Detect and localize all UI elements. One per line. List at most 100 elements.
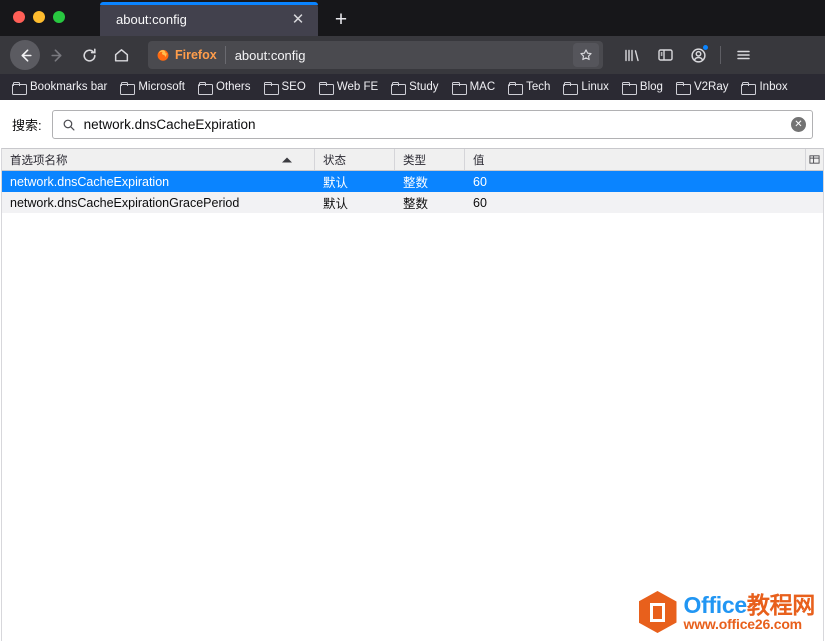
account-notification-badge — [702, 44, 709, 51]
search-box[interactable]: ✕ — [51, 110, 813, 139]
maximize-window-button[interactable] — [53, 11, 65, 23]
bookmark-folder-8[interactable]: Linux — [557, 78, 615, 96]
watermark-url: www.office26.com — [683, 615, 803, 632]
folder-icon — [12, 81, 27, 95]
new-tab-button[interactable]: + — [324, 2, 358, 36]
brand-label: Firefox — [175, 48, 217, 62]
folder-icon — [741, 81, 757, 95]
bookmark-label: Bookmarks bar — [30, 81, 108, 93]
folder-icon — [675, 81, 691, 95]
cell-name: network.dnsCacheExpirationGracePeriod — [10, 195, 240, 210]
prefs-table: 首选项名称 状态 类型 值 network.dnsCacheExpiration… — [1, 148, 824, 641]
cell-name: network.dnsCacheExpiration — [10, 174, 170, 189]
bookmark-label: Microsoft — [138, 81, 185, 93]
folder-icon — [120, 81, 136, 95]
column-label: 首选项名称 — [10, 154, 68, 167]
bookmark-folder-10[interactable]: V2Ray — [670, 78, 735, 96]
search-input[interactable] — [75, 117, 791, 132]
navigation-toolbar: Firefox about:config — [0, 36, 825, 74]
library-icon[interactable] — [617, 41, 647, 69]
address-bar[interactable]: Firefox about:config — [148, 41, 603, 69]
folder-icon — [391, 81, 407, 95]
cell-value: 60 — [473, 195, 487, 210]
bookmark-folder-0[interactable]: Bookmarks bar — [6, 78, 113, 96]
bookmark-folder-2[interactable]: Others — [192, 78, 257, 96]
bookmark-label: Blog — [639, 81, 663, 93]
bookmark-label: Tech — [526, 81, 551, 93]
column-label: 类型 — [403, 154, 426, 167]
watermark-text: Office教程网 www.office26.com — [684, 593, 816, 632]
column-label: 值 — [473, 154, 485, 167]
column-label: 状态 — [323, 154, 346, 167]
tab-about-config[interactable]: about:config ✕ — [100, 2, 318, 36]
bookmark-folder-5[interactable]: Study — [385, 78, 444, 96]
close-icon[interactable]: ✕ — [288, 9, 308, 29]
bookmark-folder-4[interactable]: Web FE — [313, 78, 384, 96]
table-row[interactable]: network.dnsCacheExpirationGracePeriod 默认… — [2, 192, 823, 213]
folder-icon — [563, 81, 579, 95]
browser-window: about:config ✕ + Firefox about:config Bo… — [0, 0, 825, 641]
folder-icon — [263, 81, 279, 95]
column-header-state[interactable]: 状态 — [315, 149, 395, 170]
watermark-title-cn: 教程网 — [746, 591, 815, 618]
cell-value: 60 — [473, 174, 487, 189]
title-bar: about:config ✕ + — [0, 0, 825, 36]
column-header-type[interactable]: 类型 — [395, 149, 465, 170]
bookmark-label: Linux — [581, 81, 609, 93]
star-icon[interactable] — [573, 43, 599, 67]
search-icon — [62, 118, 76, 132]
url-text[interactable]: about:config — [226, 48, 573, 63]
bookmark-folder-7[interactable]: Tech — [502, 78, 556, 96]
folder-icon — [318, 81, 334, 95]
bookmarks-bar: Bookmarks bar Microsoft Others SEO Web F… — [0, 74, 825, 100]
about-config-page: 搜索: ✕ 首选项名称 状态 类型 — [0, 100, 825, 641]
bookmark-folder-6[interactable]: MAC — [446, 78, 502, 96]
table-body: network.dnsCacheExpiration 默认 整数 60 netw… — [2, 171, 823, 641]
bookmark-folder-11[interactable]: Inbox — [735, 78, 793, 96]
column-picker-icon[interactable] — [805, 149, 822, 170]
toolbar-divider — [720, 46, 721, 64]
search-row: 搜索: ✕ — [0, 100, 825, 148]
bookmark-label: Others — [216, 81, 251, 93]
sort-ascending-icon — [282, 157, 292, 162]
bookmark-label: SEO — [281, 81, 306, 93]
bookmark-label: Web FE — [336, 81, 379, 93]
forward-arrow-icon[interactable] — [42, 40, 72, 70]
toolbar-right-actions — [617, 41, 758, 69]
tab-strip: about:config ✕ + — [100, 0, 358, 36]
bookmark-folder-3[interactable]: SEO — [258, 78, 312, 96]
reload-icon[interactable] — [74, 40, 104, 70]
cell-type: 整数 — [403, 176, 429, 190]
bookmark-folder-9[interactable]: Blog — [616, 78, 669, 96]
folder-icon — [198, 81, 213, 95]
minimize-window-button[interactable] — [33, 11, 45, 23]
folder-icon — [621, 81, 637, 95]
watermark-title-en: Office — [683, 591, 748, 618]
folder-icon — [508, 81, 524, 95]
bookmark-folder-1[interactable]: Microsoft — [114, 78, 191, 96]
table-header: 首选项名称 状态 类型 值 — [2, 149, 823, 171]
cell-state: 默认 — [323, 176, 349, 190]
window-controls — [13, 11, 65, 23]
column-header-value[interactable]: 值 — [465, 149, 823, 170]
cell-state: 默认 — [323, 197, 349, 211]
home-icon[interactable] — [106, 40, 136, 70]
office-logo-icon — [638, 591, 677, 633]
firefox-brand-chip: Firefox — [156, 46, 226, 64]
column-header-name[interactable]: 首选项名称 — [2, 149, 315, 170]
bookmark-label: V2Ray — [693, 81, 729, 93]
folder-icon — [451, 81, 467, 95]
close-window-button[interactable] — [13, 11, 25, 23]
table-row[interactable]: network.dnsCacheExpiration 默认 整数 60 — [2, 171, 823, 192]
tab-title: about:config — [116, 11, 187, 27]
search-label: 搜索: — [12, 118, 42, 133]
clear-icon[interactable]: ✕ — [791, 117, 806, 132]
cell-type: 整数 — [403, 197, 429, 211]
account-icon[interactable] — [683, 41, 713, 69]
back-arrow-icon[interactable] — [10, 40, 40, 70]
bookmark-label: Inbox — [759, 81, 788, 93]
bookmark-label: Study — [409, 81, 439, 93]
hamburger-menu-icon[interactable] — [728, 41, 758, 69]
sidebar-icon[interactable] — [650, 41, 680, 69]
watermark: Office教程网 www.office26.com — [638, 591, 816, 633]
